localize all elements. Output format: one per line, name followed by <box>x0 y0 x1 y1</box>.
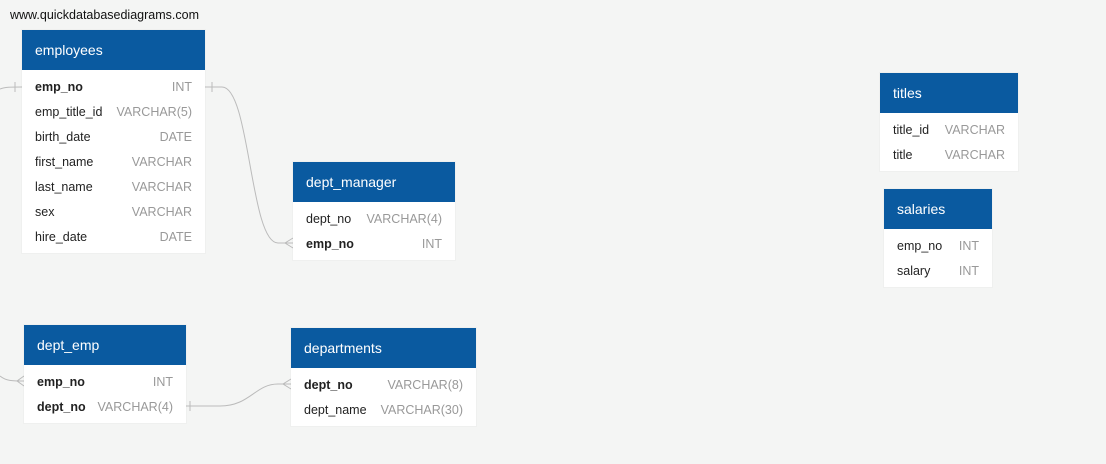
column-name: emp_no <box>35 79 83 94</box>
table-row[interactable]: first_name VARCHAR <box>22 149 205 174</box>
table-header[interactable]: dept_emp <box>24 325 186 365</box>
column-name: title_id <box>893 122 930 137</box>
link-dept-emp-left-stub <box>0 375 25 387</box>
column-type: INT <box>421 236 442 251</box>
column-name: emp_no <box>37 374 85 389</box>
table-row[interactable]: emp_no INT <box>22 74 205 99</box>
column-name: birth_date <box>35 129 91 144</box>
link-employees-dept-manager <box>205 82 294 249</box>
table-employees[interactable]: employees emp_no INT emp_title_id VARCHA… <box>22 30 205 253</box>
column-type: VARCHAR(8) <box>387 377 463 392</box>
table-row[interactable]: title_id VARCHAR <box>880 117 1018 142</box>
table-header[interactable]: salaries <box>884 189 992 229</box>
table-row[interactable]: birth_date DATE <box>22 124 205 149</box>
column-type: VARCHAR <box>131 154 192 169</box>
table-row[interactable]: emp_no INT <box>293 231 455 256</box>
column-name: sex <box>35 204 55 219</box>
column-name: last_name <box>35 179 93 194</box>
column-name: emp_no <box>897 238 943 253</box>
column-name: dept_no <box>304 377 353 392</box>
table-dept-manager[interactable]: dept_manager dept_no VARCHAR(4) emp_no I… <box>293 162 455 260</box>
column-type: DATE <box>159 129 192 144</box>
table-dept-emp[interactable]: dept_emp emp_no INT dept_no VARCHAR(4) <box>24 325 186 423</box>
table-row[interactable]: emp_no INT <box>884 233 992 258</box>
table-row[interactable]: emp_title_id VARCHAR(5) <box>22 99 205 124</box>
table-row[interactable]: sex VARCHAR <box>22 199 205 224</box>
table-row[interactable]: hire_date DATE <box>22 224 205 249</box>
table-row[interactable]: dept_no VARCHAR(8) <box>291 372 476 397</box>
table-row[interactable]: last_name VARCHAR <box>22 174 205 199</box>
column-type: VARCHAR <box>944 122 1005 137</box>
column-type: INT <box>152 374 173 389</box>
column-type: VARCHAR <box>131 204 192 219</box>
table-header[interactable]: dept_manager <box>293 162 455 202</box>
table-row[interactable]: emp_no INT <box>24 369 186 394</box>
site-label[interactable]: www.quickdatabasediagrams.com <box>10 8 199 22</box>
column-name: emp_no <box>306 236 354 251</box>
column-type: VARCHAR <box>944 147 1005 162</box>
table-header[interactable]: employees <box>22 30 205 70</box>
column-type: INT <box>171 79 192 94</box>
column-name: title <box>893 147 913 162</box>
column-type: DATE <box>159 229 192 244</box>
column-type: INT <box>958 238 979 253</box>
column-type: VARCHAR <box>131 179 192 194</box>
column-type: VARCHAR(4) <box>366 211 442 226</box>
link-employees-left-stub <box>0 82 23 92</box>
column-name: dept_no <box>37 399 86 414</box>
table-row[interactable]: dept_no VARCHAR(4) <box>24 394 186 419</box>
table-row[interactable]: dept_no VARCHAR(4) <box>293 206 455 231</box>
table-row[interactable]: salary INT <box>884 258 992 283</box>
column-name: dept_name <box>304 402 367 417</box>
column-type: VARCHAR(30) <box>380 402 463 417</box>
column-name: first_name <box>35 154 94 169</box>
table-salaries[interactable]: salaries emp_no INT salary INT <box>884 189 992 287</box>
column-name: salary <box>897 263 931 278</box>
column-type: INT <box>958 263 979 278</box>
table-titles[interactable]: titles title_id VARCHAR title VARCHAR <box>880 73 1018 171</box>
table-row[interactable]: dept_name VARCHAR(30) <box>291 397 476 422</box>
table-header[interactable]: departments <box>291 328 476 368</box>
table-row[interactable]: title VARCHAR <box>880 142 1018 167</box>
table-header[interactable]: titles <box>880 73 1018 113</box>
column-name: hire_date <box>35 229 88 244</box>
column-type: VARCHAR(5) <box>116 104 192 119</box>
column-name: emp_title_id <box>35 104 103 119</box>
column-type: VARCHAR(4) <box>97 399 173 414</box>
link-dept-emp-departments <box>186 378 292 411</box>
table-departments[interactable]: departments dept_no VARCHAR(8) dept_name… <box>291 328 476 426</box>
column-name: dept_no <box>306 211 352 226</box>
